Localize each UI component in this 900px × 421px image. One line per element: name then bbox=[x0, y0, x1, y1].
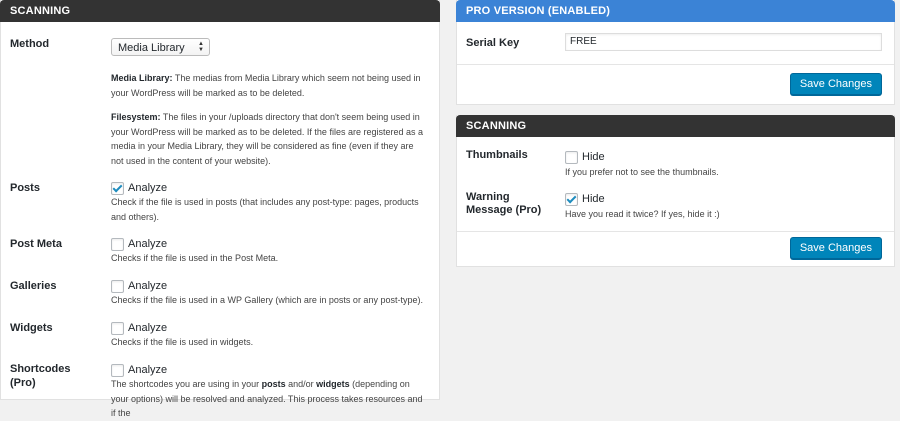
method-label: Method bbox=[10, 38, 50, 50]
warning-checkbox[interactable] bbox=[565, 192, 578, 206]
divider bbox=[457, 64, 894, 65]
panel-header: SCANNING bbox=[0, 0, 440, 22]
warning-message-label: Warning Message (Pro) bbox=[466, 191, 542, 216]
thumbnails-checkbox[interactable] bbox=[565, 150, 578, 164]
desc-media-library-title: Media Library: bbox=[111, 73, 173, 83]
galleries-checkbox[interactable] bbox=[111, 279, 124, 293]
thumbnails-checkbox-label: Hide bbox=[582, 151, 605, 163]
posts-checkbox-label: Analyze bbox=[128, 182, 168, 194]
scanning-panel-right: SCANNING Thumbnails Hide If you prefer n… bbox=[456, 115, 895, 267]
shortcodes-desc-posts: posts bbox=[261, 379, 286, 389]
shortcodes-option: Analyze The shortcodes you are using in … bbox=[111, 363, 425, 421]
galleries-option: Analyze Checks if the file is used in a … bbox=[111, 279, 425, 308]
posts-checkbox-row[interactable]: Analyze bbox=[111, 181, 425, 195]
shortcodes-desc-part: The shortcodes you are using in your bbox=[111, 379, 262, 389]
posts-description: Check if the file is used in posts (that… bbox=[111, 197, 419, 222]
pro-save-changes-button[interactable]: Save Changes bbox=[789, 73, 882, 95]
widgets-description: Checks if the file is used in widgets. bbox=[111, 337, 254, 347]
thumbnails-label: Thumbnails bbox=[466, 149, 528, 161]
thumbnails-checkbox-row[interactable]: Hide bbox=[565, 150, 719, 164]
pro-version-panel: PRO VERSION (ENABLED) Serial Key FREE Sa… bbox=[456, 0, 895, 105]
widgets-checkbox-row[interactable]: Analyze bbox=[111, 321, 425, 335]
filesystem-description: Filesystem: The files in your /uploads d… bbox=[111, 110, 425, 168]
galleries-label: Galleries bbox=[10, 280, 57, 292]
warning-checkbox-row[interactable]: Hide bbox=[565, 192, 720, 206]
post-meta-option: Analyze Checks if the file is used in th… bbox=[111, 237, 425, 266]
shortcodes-checkbox-label: Analyze bbox=[128, 364, 168, 376]
serial-key-label: Serial Key bbox=[466, 37, 520, 49]
warning-checkbox-label: Hide bbox=[582, 193, 605, 205]
divider bbox=[457, 231, 894, 232]
posts-option: Analyze Check if the file is used in pos… bbox=[111, 181, 425, 224]
posts-checkbox[interactable] bbox=[111, 181, 124, 195]
select-arrows-icon: ▲ ▼ bbox=[198, 41, 204, 53]
post-meta-checkbox-row[interactable]: Analyze bbox=[111, 237, 425, 251]
post-meta-checkbox-label: Analyze bbox=[128, 238, 168, 250]
desc-filesystem-title: Filesystem: bbox=[111, 112, 161, 122]
thumbnails-description: If you prefer not to see the thumbnails. bbox=[565, 167, 719, 177]
scanning-save-changes-button[interactable]: Save Changes bbox=[789, 237, 882, 259]
shortcodes-checkbox[interactable] bbox=[111, 363, 124, 377]
thumbnails-option: Hide If you prefer not to see the thumbn… bbox=[565, 150, 719, 178]
method-select[interactable]: Media Library ▲ ▼ bbox=[111, 38, 210, 56]
posts-label: Posts bbox=[10, 182, 40, 194]
warning-description: Have you read it twice? If yes, hide it … bbox=[565, 209, 720, 219]
shortcodes-checkbox-row[interactable]: Analyze bbox=[111, 363, 425, 377]
widgets-checkbox-label: Analyze bbox=[128, 322, 168, 334]
warning-option: Hide Have you read it twice? If yes, hid… bbox=[565, 192, 720, 220]
galleries-description: Checks if the file is used in a WP Galle… bbox=[111, 295, 423, 305]
shortcodes-label: Shortcodes (Pro) bbox=[10, 363, 71, 389]
widgets-option: Analyze Checks if the file is used in wi… bbox=[111, 321, 425, 350]
shortcodes-desc-widgets: widgets bbox=[316, 379, 350, 389]
method-description: Media Library: The medias from Media Lib… bbox=[111, 71, 425, 100]
serial-key-input[interactable]: FREE bbox=[565, 33, 882, 51]
post-meta-label: Post Meta bbox=[10, 238, 62, 250]
post-meta-description: Checks if the file is used in the Post M… bbox=[111, 253, 279, 263]
widgets-label: Widgets bbox=[10, 322, 53, 334]
method-select-value: Media Library bbox=[118, 42, 185, 54]
post-meta-checkbox[interactable] bbox=[111, 237, 124, 251]
shortcodes-desc-part: and/or bbox=[285, 379, 317, 389]
widgets-checkbox[interactable] bbox=[111, 321, 124, 335]
scanning-right-header: SCANNING bbox=[456, 115, 895, 137]
shortcodes-description: The shortcodes you are using in your pos… bbox=[111, 377, 425, 421]
galleries-checkbox-row[interactable]: Analyze bbox=[111, 279, 425, 293]
pro-panel-header: PRO VERSION (ENABLED) bbox=[456, 0, 895, 22]
scanning-panel-left: SCANNING Method Media Library ▲ ▼ Media L… bbox=[0, 0, 440, 418]
galleries-checkbox-label: Analyze bbox=[128, 280, 168, 292]
